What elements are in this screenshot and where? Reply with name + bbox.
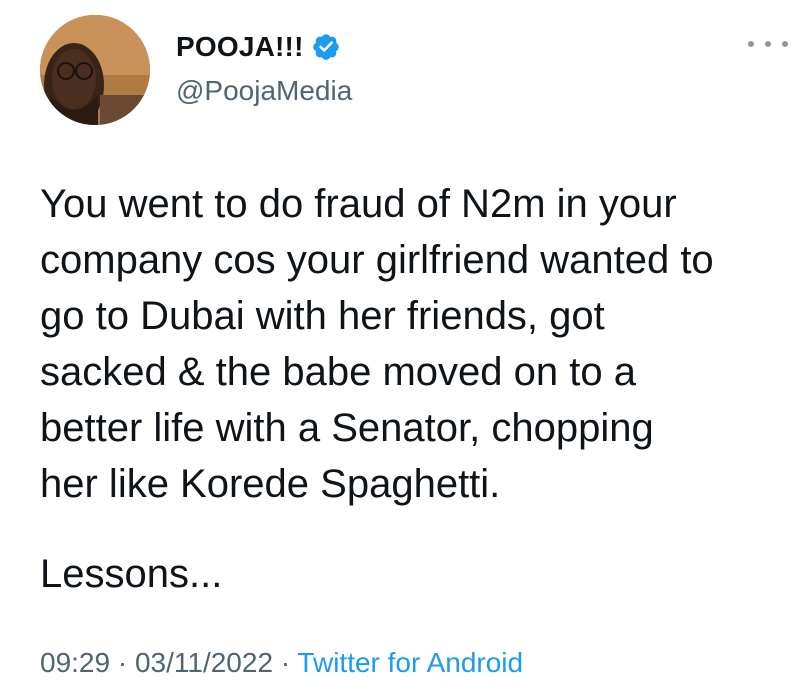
tweet-text-line: go to Dubai with her friends, got [40,294,605,338]
tweet-card: POOJA!!! @PoojaMedia You went to do frau… [0,0,802,693]
tweet-text-line: better life with a Senator, chopping [40,406,654,450]
more-options-dot [782,41,788,47]
tweet-source-link[interactable]: Twitter for Android [297,647,523,678]
more-options-dot [765,41,771,47]
meta-separator: · [110,647,135,678]
tweet-followup-text: Lessons... [40,552,223,596]
more-options-icon [748,41,754,47]
tweet-metadata: 09:29 · 03/11/2022 · Twitter for Android [40,645,523,681]
author-avatar[interactable] [40,15,150,125]
author-handle[interactable]: @PoojaMedia [176,74,352,108]
more-options-button[interactable] [748,32,788,56]
author-display-name[interactable]: POOJA!!! [176,30,304,64]
tweet-date[interactable]: 03/11/2022 [135,647,273,678]
tweet-time[interactable]: 09:29 [40,647,110,678]
tweet-text-line: her like Korede Spaghetti. [40,462,501,506]
avatar-image [40,15,150,125]
author-name[interactable]: POOJA!!! [176,30,341,64]
tweet-text-line: sacked & the babe moved on to a [40,350,636,394]
tweet-text: You went to do fraud of N2m in your comp… [40,176,790,512]
meta-separator: · [273,647,298,678]
tweet-text-line: company cos your girlfriend wanted to [40,238,714,282]
tweet-text-line: You went to do fraud of N2m in your [40,182,677,226]
verified-badge-icon [311,32,341,62]
